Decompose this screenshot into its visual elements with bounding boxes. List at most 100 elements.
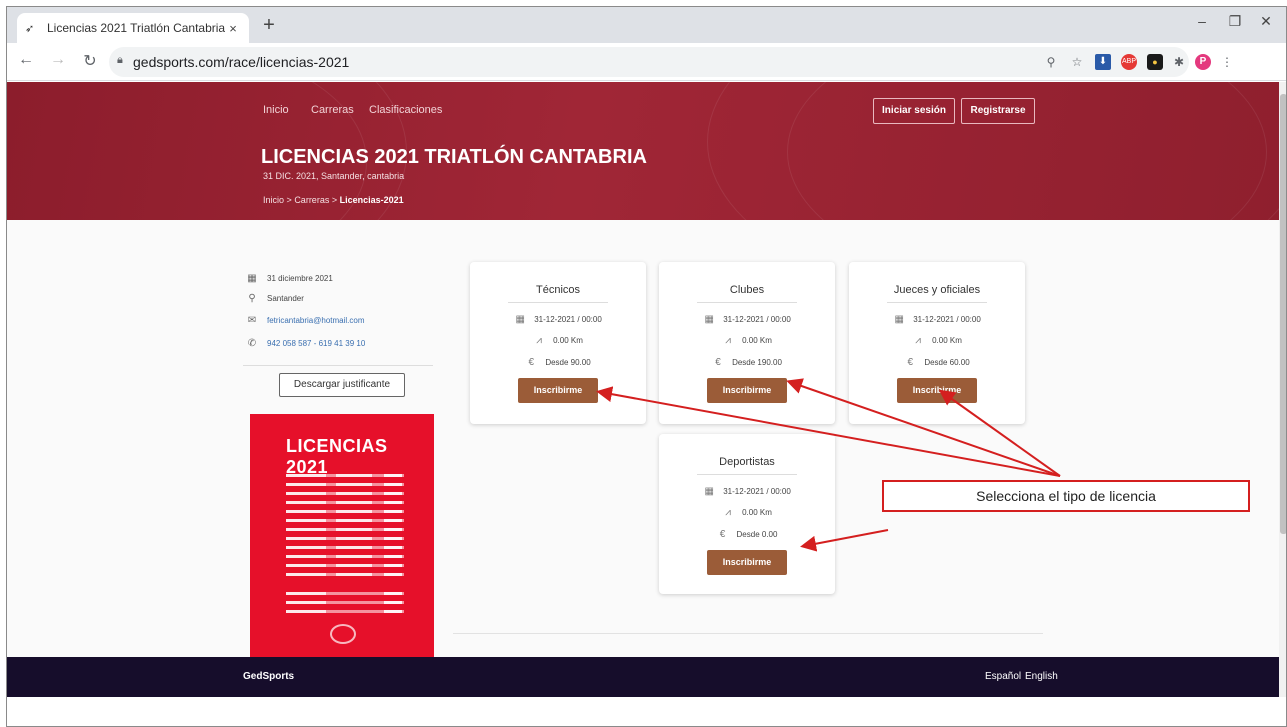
site-favicon-icon: ➶ [25,22,35,35]
poster-title: LICENCIAS 2021 [286,436,388,477]
card-date: ▦ 31-12-2021 / 00:00 [849,314,1025,325]
event-email-link[interactable]: fetricantabria@hotmail.com [267,316,365,325]
card-date-text: 31-12-2021 / 00:00 [913,315,981,324]
page-scrollbar[interactable] [1279,82,1286,697]
license-card-clubes: Clubes ▦ 31-12-2021 / 00:00 ⩘ 0.00 Km € Des… [659,262,835,424]
breadcrumb-inicio[interactable]: Inicio [263,195,284,205]
calendar-icon: ▦ [894,314,904,325]
card-price-text: Desde 0.00 [736,530,778,539]
restore-icon[interactable]: ❐ [1220,13,1250,30]
poster-row [286,528,404,531]
inscribirme-button-deportistas[interactable]: Inscribirme [707,550,787,575]
nav-link-carreras[interactable]: Carreras [311,104,354,116]
page-title: LICENCIAS 2021 TRIATLÓN CANTABRIA [261,146,647,168]
card-date: ▦ 31-12-2021 / 00:00 [659,314,835,325]
event-subtitle: 31 DIC. 2021, Santander, cantabria [263,171,405,181]
new-tab-button[interactable]: + [257,14,281,37]
poster-row [286,555,404,558]
poster-row [286,537,404,540]
browser-tab[interactable]: ➶ Licencias 2021 Triatlón Cantabria × [17,13,249,43]
road-icon: ⩘ [536,335,542,346]
card-price: € Desde 60.00 [849,357,1025,368]
scrollbar-thumb[interactable] [1280,94,1286,534]
sidebar-divider [243,365,433,366]
card-date-text: 31-12-2021 / 00:00 [534,315,602,324]
calendar-icon: ▦ [247,273,257,284]
extension-download-icon[interactable]: ⬇ [1095,54,1111,70]
back-icon[interactable]: ← [15,51,37,69]
inscribirme-button-tecnicos[interactable]: Inscribirme [518,378,598,403]
euro-icon: € [719,529,726,540]
card-divider [697,302,797,303]
annotation-callout-text: Selecciona el tipo de licencia [976,488,1156,504]
nav-link-clasificaciones[interactable]: Clasificaciones [369,104,442,116]
card-divider [887,302,987,303]
event-email[interactable]: ✉ fetricantabria@hotmail.com [245,315,365,326]
poster-row [286,483,404,486]
breadcrumb-carreras[interactable]: Carreras [294,195,329,205]
close-tab-icon[interactable]: × [225,21,241,36]
poster-row [286,474,404,477]
euro-icon: € [907,357,914,368]
card-price: € Desde 190.00 [659,357,835,368]
profile-avatar[interactable]: P [1195,54,1211,70]
license-card-deportistas: Deportistas ▦ 31-12-2021 / 00:00 ⩘ 0.00 Km… [659,434,835,594]
poster-row [286,492,404,495]
breadcrumb-separator: > [286,195,292,205]
poster-row [286,519,404,522]
register-button[interactable]: Registrarse [961,98,1035,124]
poster-row [286,501,404,504]
card-date-text: 31-12-2021 / 00:00 [723,315,791,324]
minimize-icon[interactable]: – [1187,13,1217,29]
event-phone-link[interactable]: 942 058 587 - 619 41 39 10 [267,339,365,348]
poster-row [286,546,404,549]
event-poster-image[interactable]: LICENCIAS 2021 [250,414,434,660]
extensions-puzzle-icon[interactable]: ✱ [1171,54,1187,70]
zoom-icon[interactable]: ⚲ [1043,54,1059,70]
content-divider [453,633,1043,634]
card-price-text: Desde 190.00 [732,358,782,367]
adblock-extension-icon[interactable]: ABP [1121,54,1137,70]
address-bar[interactable]: 🔒︎ gedsports.com/race/licencias-2021 [109,47,1189,77]
menu-kebab-icon[interactable]: ⋮ [1219,54,1235,70]
calendar-icon: ▦ [704,486,714,497]
event-location: ⚲ Santander [245,293,304,304]
euro-icon: € [528,357,535,368]
breadcrumb: Inicio > Carreras > Licencias-2021 [263,195,404,205]
poster-row [286,592,404,595]
login-button[interactable]: Iniciar sesión [873,98,955,124]
card-title: Jueces y oficiales [893,284,981,296]
language-en-link[interactable]: English [1025,671,1058,682]
card-distance-text: 0.00 Km [742,336,772,345]
license-card-tecnicos: Técnicos ▦ 31-12-2021 / 00:00 ⩘ 0.00 Km € D… [470,262,646,424]
card-price-text: Desde 90.00 [545,358,591,367]
card-price: € Desde 0.00 [659,529,835,540]
event-date: ▦ 31 diciembre 2021 [245,273,333,284]
event-date-text: 31 diciembre 2021 [267,274,333,283]
extension-icon[interactable]: ● [1147,54,1163,70]
nav-link-inicio[interactable]: Inicio [263,104,289,116]
card-price: € Desde 90.00 [470,357,646,368]
forward-icon[interactable]: → [47,51,69,69]
annotation-callout: Selecciona el tipo de licencia [882,480,1250,512]
reload-icon[interactable]: ↻ [79,51,101,71]
card-price-text: Desde 60.00 [924,358,970,367]
poster-row [286,601,404,604]
calendar-icon: ▦ [515,314,525,325]
inscribirme-button-jueces[interactable]: Inscribirme [897,378,977,403]
card-title: Clubes [729,284,765,296]
language-es-link[interactable]: Español [985,671,1021,682]
site-footer: GedSports Español English [7,657,1279,697]
bookmark-star-icon[interactable]: ☆ [1069,54,1085,70]
location-pin-icon: ⚲ [248,293,256,304]
breadcrumb-separator: > [331,195,338,205]
card-distance: ⩘ 0.00 Km [659,335,835,346]
close-window-icon[interactable]: ✕ [1251,13,1281,30]
inscribirme-button-clubes[interactable]: Inscribirme [707,378,787,403]
federation-logo-icon [330,624,356,644]
poster-row [286,610,404,613]
footer-brand[interactable]: GedSports [243,671,294,682]
event-phone[interactable]: ✆ 942 058 587 - 619 41 39 10 [245,338,366,349]
browser-window: ➶ Licencias 2021 Triatlón Cantabria × + … [6,6,1287,727]
download-receipt-button[interactable]: Descargar justificante [279,373,405,397]
